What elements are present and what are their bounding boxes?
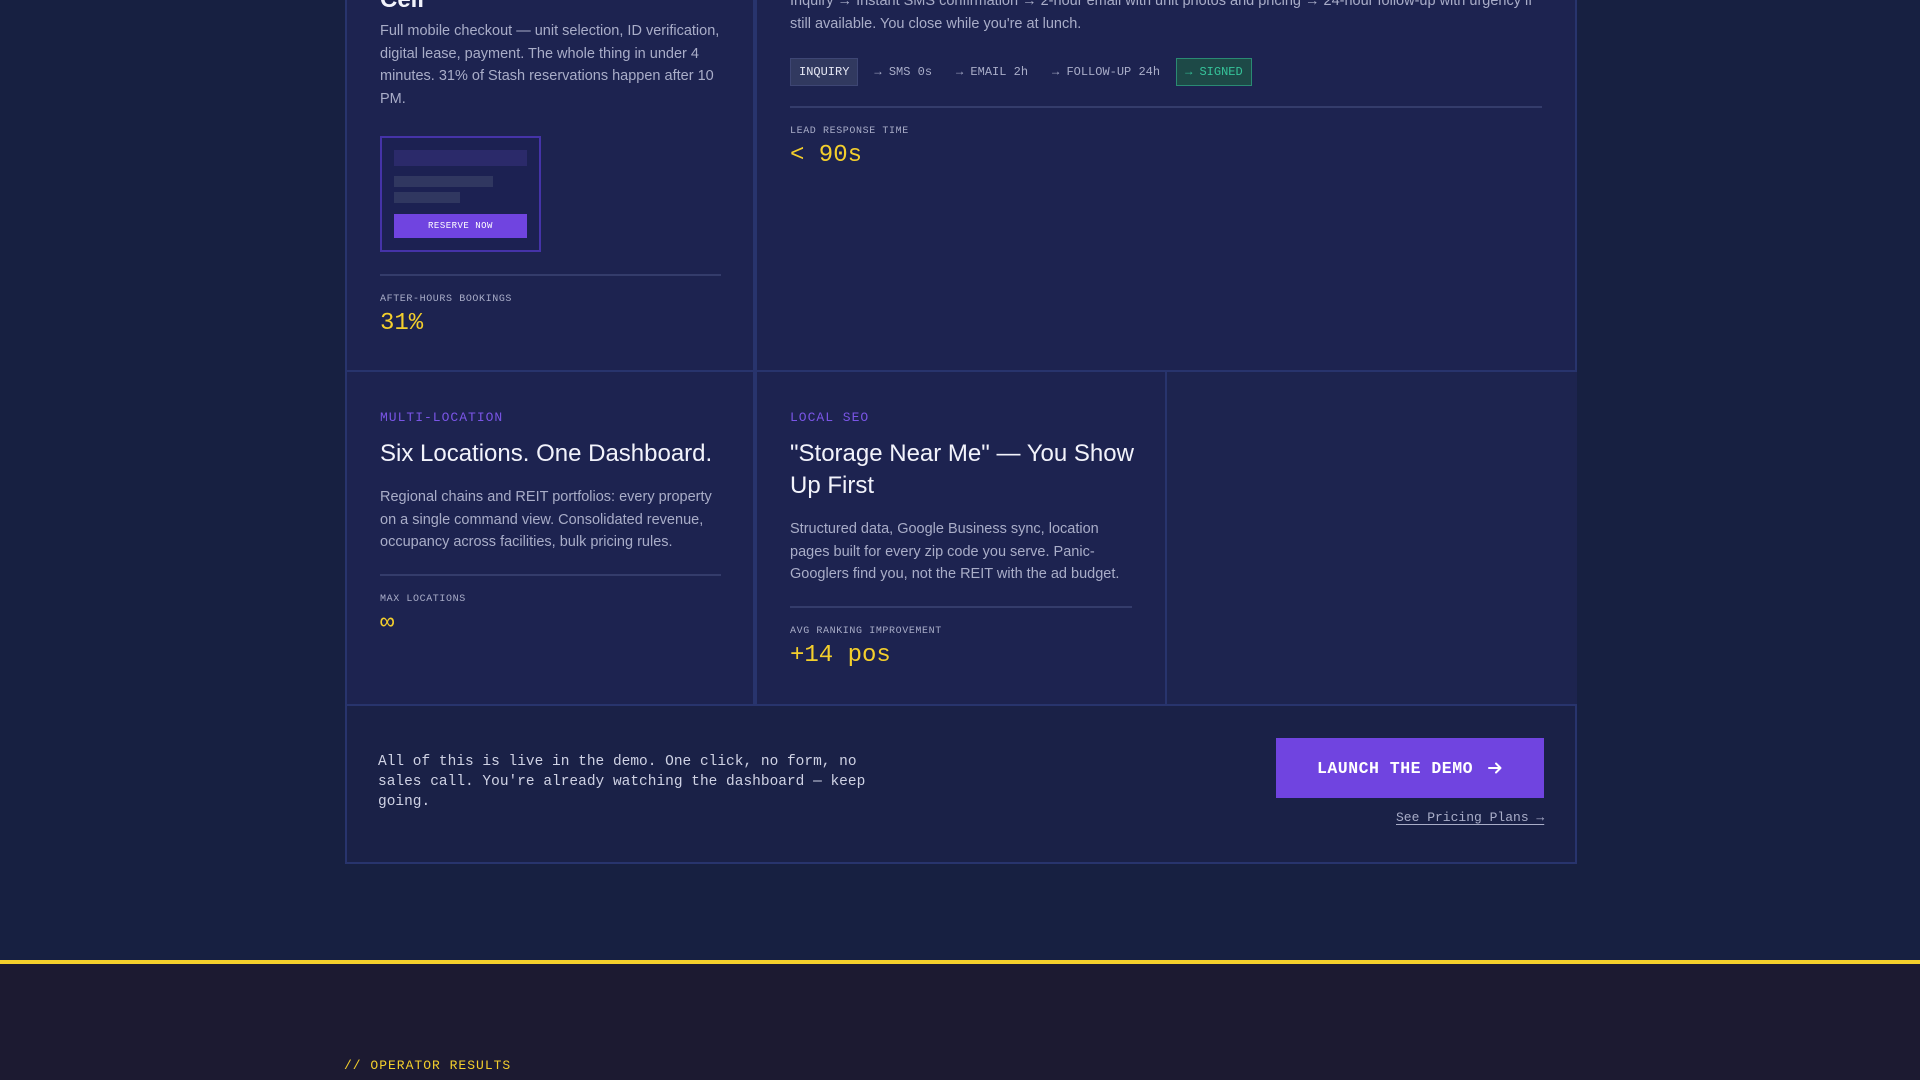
- feature-card-mobile-checkout: Cell Full mobile checkout — unit selecti…: [345, 0, 755, 372]
- metric-value: < 90s: [790, 142, 863, 169]
- card-description: Structured data, Google Business sync, l…: [790, 521, 1120, 582]
- metric-value: 31%: [380, 310, 424, 337]
- demo-cta-panel: All of this is live in the demo. One cli…: [345, 704, 1577, 864]
- flow-step-email: → EMAIL 2h: [956, 65, 1029, 79]
- features-grid: Cell Full mobile checkout — unit selecti…: [345, 0, 1577, 864]
- card-title: "Storage Near Me" — You Show Up First: [790, 440, 1134, 499]
- flow-step-inquiry: INQUIRY: [790, 58, 859, 86]
- card-description: Regional chains and REIT portfolios: eve…: [380, 489, 712, 550]
- mockup-line: [394, 176, 493, 187]
- mobile-checkout-mockup: RESERVE NOW: [380, 136, 541, 252]
- card-title: Cell: [380, 0, 424, 16]
- divider: [380, 274, 721, 276]
- card-eyebrow: LOCAL SEO: [790, 410, 870, 425]
- metric-label: MAX LOCATIONS: [380, 594, 466, 605]
- card-description: Full mobile checkout — unit selection, I…: [380, 23, 720, 107]
- divider: [380, 574, 721, 576]
- launch-demo-label: LAUNCH THE DEMO: [1316, 758, 1474, 778]
- cta-text: All of this is live in the demo. One cli…: [378, 754, 866, 810]
- reserve-now-button[interactable]: RESERVE NOW: [394, 214, 527, 238]
- card-description: Inquiry → Instant SMS confirmation → 2-h…: [790, 0, 1533, 32]
- metric-label: AFTER-HOURS BOOKINGS: [380, 294, 513, 305]
- divider: [790, 106, 1542, 108]
- flow-step-signed: → SIGNED: [1176, 58, 1252, 86]
- card-eyebrow: MULTI-LOCATION: [380, 410, 504, 425]
- metric-value: ∞: [380, 610, 395, 637]
- flow-step-sms: → SMS 0s: [874, 65, 933, 79]
- feature-card-multi-location: MULTI-LOCATION Six Locations. One Dashbo…: [345, 370, 755, 706]
- see-pricing-link[interactable]: See Pricing Plans →: [1396, 810, 1544, 825]
- flow-step-followup: → FOLLOW-UP 24h: [1052, 65, 1161, 79]
- followup-flow: INQUIRY → SMS 0s → EMAIL 2h → FOLLOW-UP …: [790, 58, 1260, 86]
- feature-card-local-seo: LOCAL SEO "Storage Near Me" — You Show U…: [755, 370, 1167, 706]
- divider: [790, 606, 1132, 608]
- feature-card-lead-followup: Inquiry → Instant SMS confirmation → 2-h…: [755, 0, 1577, 372]
- metric-label: LEAD RESPONSE TIME: [790, 126, 909, 137]
- mockup-line: [394, 192, 460, 203]
- feature-card-empty: [1165, 370, 1577, 706]
- section-label: // OPERATOR RESULTS: [344, 1058, 512, 1073]
- arrow-right-icon: [1487, 760, 1503, 776]
- metric-value: +14 pos: [790, 642, 891, 669]
- launch-demo-button[interactable]: LAUNCH THE DEMO: [1276, 738, 1544, 798]
- metric-label: AVG RANKING IMPROVEMENT: [790, 626, 942, 637]
- operator-results-section: // OPERATOR RESULTS: [0, 960, 1920, 1080]
- mockup-header-bar: [394, 150, 527, 166]
- card-title: Six Locations. One Dashboard.: [380, 440, 713, 467]
